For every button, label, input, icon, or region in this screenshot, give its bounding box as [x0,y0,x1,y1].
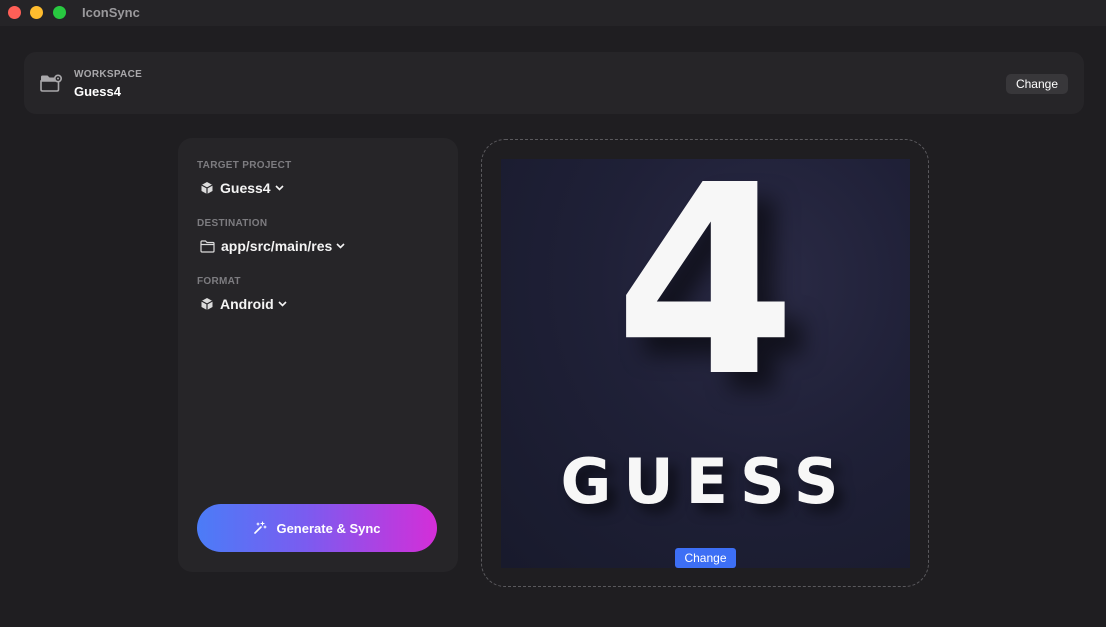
destination-label: DESTINATION [197,218,268,229]
destination-value: app/src/main/res [221,238,333,254]
preview-image-word: GUESS [560,445,851,518]
magic-wand-icon [254,521,268,534]
generate-sync-label: Generate & Sync [276,520,381,536]
format-label: FORMAT [197,276,241,287]
destination-selector[interactable]: app/src/main/res [200,238,345,254]
preview-image-number: 4 [614,159,797,434]
target-project-value: Guess4 [220,180,271,196]
folder-icon [200,239,215,253]
cube-icon [201,298,213,310]
title-bar: IconSync [0,0,1106,26]
icon-preview-image: 4 GUESS [501,159,910,568]
window-minimize-button[interactable] [30,6,43,19]
format-value: Android [220,296,274,312]
chevron-down-icon [278,301,287,307]
target-project-label: TARGET PROJECT [197,160,292,171]
target-project-selector[interactable]: Guess4 [200,180,284,196]
workspace-name: Guess4 [74,84,121,99]
window-close-button[interactable] [8,6,21,19]
format-selector[interactable]: Android [200,296,287,312]
workspace-change-button[interactable]: Change [1005,74,1068,94]
chevron-down-icon [275,185,284,191]
generate-sync-button[interactable]: Generate & Sync [197,504,437,552]
settings-panel: TARGET PROJECT Guess4 DESTINATION app/sr… [178,138,458,572]
chevron-down-icon [336,243,345,249]
workspace-label: WORKSPACE [74,69,143,80]
workspace-bar: WORKSPACE Guess4 Change [24,52,1084,114]
folder-gear-icon [40,74,62,92]
image-change-button[interactable]: Change [675,548,736,568]
cube-icon [201,182,213,194]
window-maximize-button[interactable] [53,6,66,19]
app-title: IconSync [82,5,140,20]
